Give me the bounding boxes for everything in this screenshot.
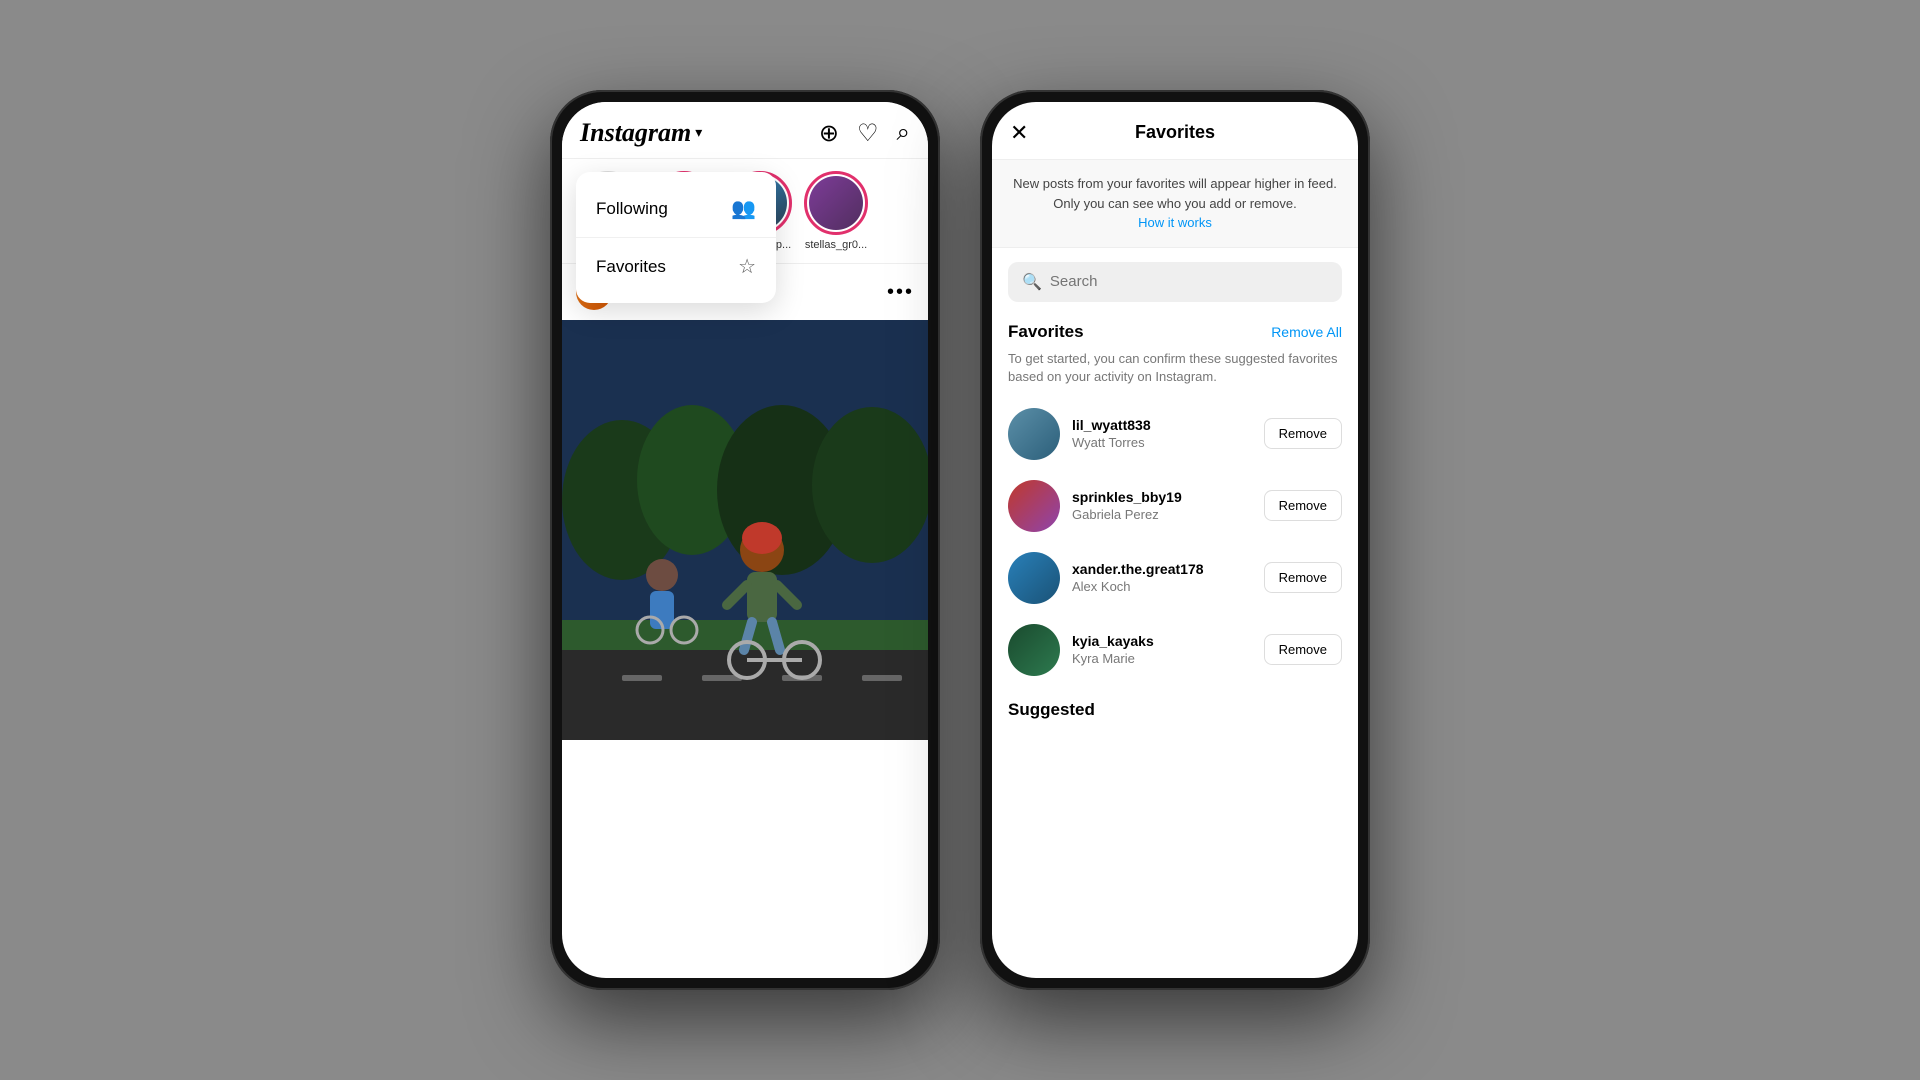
fav-header: ✕ Favorites [992, 102, 1358, 160]
story-avatar-3 [804, 171, 868, 235]
ig-header: Instagram ▾ ⊕ ♡ ⌕ [562, 102, 928, 159]
fav-info-2: xander.the.great178 Alex Koch [1072, 561, 1252, 594]
how-it-works-link[interactable]: How it works [1138, 215, 1212, 230]
remove-button-3[interactable]: Remove [1264, 634, 1342, 665]
star-icon: ☆ [738, 254, 756, 279]
dropdown-favorites-label: Favorites [596, 257, 666, 277]
fav-search-bar[interactable]: 🔍 [1008, 262, 1342, 302]
fav-name-2: Alex Koch [1072, 579, 1252, 594]
people-icon: 👥 [731, 196, 756, 221]
phone2-screen: ✕ Favorites New posts from your favorite… [992, 102, 1358, 978]
fav-title: Favorites [1135, 122, 1215, 143]
phone-2: ✕ Favorites New posts from your favorite… [980, 90, 1370, 990]
fav-section-header: Favorites Remove All [992, 316, 1358, 350]
fav-item-2: xander.the.great178 Alex Koch Remove [992, 542, 1358, 614]
suggested-section-title: Suggested [992, 686, 1358, 726]
close-button[interactable]: ✕ [1010, 120, 1028, 146]
ig-logo-text: Instagram [580, 118, 691, 148]
remove-button-2[interactable]: Remove [1264, 562, 1342, 593]
ig-header-icons: ⊕ ♡ ⌕ [819, 119, 910, 148]
fav-subtitle: New posts from your favorites will appea… [992, 160, 1358, 248]
fav-description: To get started, you can confirm these su… [992, 350, 1358, 398]
post-more-button[interactable]: ••• [887, 281, 914, 304]
heart-icon[interactable]: ♡ [857, 119, 879, 148]
story-label-3: stellas_gr0... [805, 239, 867, 251]
fav-username-2: xander.the.great178 [1072, 561, 1252, 577]
fav-item-0: lil_wyatt838 Wyatt Torres Remove [992, 398, 1358, 470]
fav-avatar-3 [1008, 624, 1060, 676]
dropdown-following-label: Following [596, 199, 668, 219]
phone1-screen: Instagram ▾ ⊕ ♡ ⌕ Following 👥 Favorites … [562, 102, 928, 978]
phones-container: Instagram ▾ ⊕ ♡ ⌕ Following 👥 Favorites … [550, 90, 1370, 990]
fav-username-1: sprinkles_bby19 [1072, 489, 1252, 505]
post-image-content [562, 320, 928, 740]
fav-item-3: kyia_kayaks Kyra Marie Remove [992, 614, 1358, 686]
fav-name-3: Kyra Marie [1072, 651, 1252, 666]
fav-username-3: kyia_kayaks [1072, 633, 1252, 649]
fav-avatar-0 [1008, 408, 1060, 460]
fav-section-title: Favorites [1008, 322, 1084, 342]
fav-avatar-1 [1008, 480, 1060, 532]
fav-avatar-2 [1008, 552, 1060, 604]
fav-info-3: kyia_kayaks Kyra Marie [1072, 633, 1252, 666]
add-icon[interactable]: ⊕ [819, 119, 839, 148]
fav-list: lil_wyatt838 Wyatt Torres Remove sprinkl… [992, 398, 1358, 978]
fav-username-0: lil_wyatt838 [1072, 417, 1252, 433]
remove-all-button[interactable]: Remove All [1271, 324, 1342, 340]
search-icon: 🔍 [1022, 272, 1042, 292]
ig-logo[interactable]: Instagram ▾ [580, 118, 702, 148]
remove-button-1[interactable]: Remove [1264, 490, 1342, 521]
dropdown-favorites[interactable]: Favorites ☆ [576, 238, 776, 295]
search-input[interactable] [1050, 273, 1328, 290]
ig-logo-arrow[interactable]: ▾ [695, 125, 702, 142]
fav-name-1: Gabriela Perez [1072, 507, 1252, 522]
remove-button-0[interactable]: Remove [1264, 418, 1342, 449]
search-icon[interactable]: ⌕ [897, 119, 910, 147]
story-inner-3 [809, 176, 863, 230]
post: jaded_elephant17 ••• [562, 264, 928, 978]
story-3[interactable]: stellas_gr0... [804, 171, 868, 251]
fav-subtitle-text: New posts from your favorites will appea… [1013, 176, 1337, 211]
dropdown-following[interactable]: Following 👥 [576, 180, 776, 238]
post-image-svg [562, 320, 928, 740]
phone-1: Instagram ▾ ⊕ ♡ ⌕ Following 👥 Favorites … [550, 90, 940, 990]
fav-info-0: lil_wyatt838 Wyatt Torres [1072, 417, 1252, 450]
fav-item-1: sprinkles_bby19 Gabriela Perez Remove [992, 470, 1358, 542]
dropdown-menu: Following 👥 Favorites ☆ [576, 172, 776, 303]
fav-name-0: Wyatt Torres [1072, 435, 1252, 450]
fav-info-1: sprinkles_bby19 Gabriela Perez [1072, 489, 1252, 522]
post-image [562, 320, 928, 740]
